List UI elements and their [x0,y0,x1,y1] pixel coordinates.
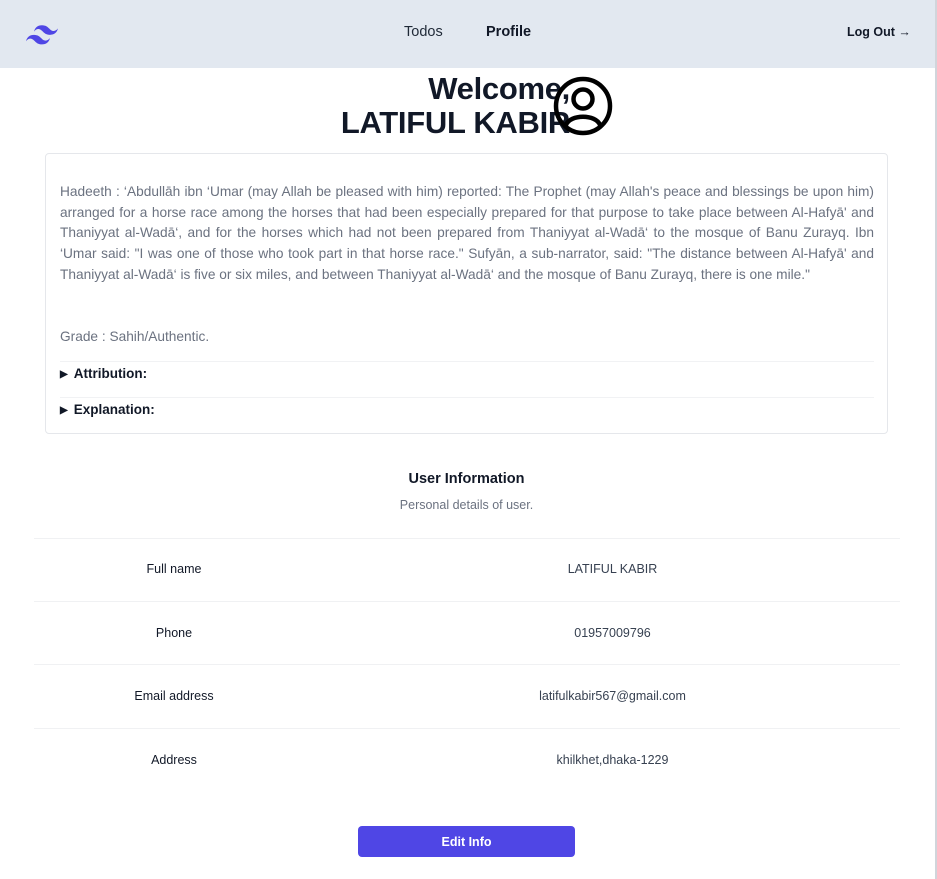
info-row-address: Address khilkhet,dhaka-1229 [34,728,900,792]
nav-link-todos[interactable]: Todos [404,24,443,40]
nav-link-profile[interactable]: Profile [486,24,531,40]
attribution-label: Attribution: [73,366,148,381]
user-info-subtitle: Personal details of user. [399,498,534,512]
hadith-text: Hadeeth : ‘Abdullāh ibn ‘Umar (may Allah… [60,184,874,282]
info-label: Email address [134,689,214,703]
welcome-greeting: Welcome, [428,71,570,106]
hadith-grade: Grade : Sahih/Authentic. [60,329,210,344]
disclosure-triangle-icon: ▶ [60,369,68,380]
disclosure-triangle-icon: ▶ [60,405,68,416]
welcome-username: LATIFUL KABIR [340,105,570,140]
user-info-title: User Information [408,471,525,487]
tailwind-logo-icon[interactable] [26,24,58,46]
logout-link[interactable]: Log Out → [847,25,911,39]
info-label: Full name [146,562,202,576]
edit-info-button[interactable]: Edit Info [358,826,575,857]
info-label: Phone [155,626,193,640]
hadith-card: Hadeeth : ‘Abdullāh ibn ‘Umar (may Allah… [45,153,888,434]
navbar: Todos Profile Log Out → [0,0,935,68]
info-row-email: Email address latifulkabir567@gmail.com [34,664,900,728]
info-value: latifulkabir567@gmail.com [539,689,686,703]
info-label: Address [151,753,197,767]
info-value: LATIFUL KABIR [567,562,658,576]
user-circle-icon [553,76,613,136]
explanation-label: Explanation: [73,402,155,417]
info-row-phone: Phone 01957009796 [34,601,900,665]
info-value: khilkhet,dhaka-1229 [556,753,669,767]
explanation-toggle[interactable]: ▶ Explanation: [60,397,874,417]
welcome-heading: Welcome, LATIFUL KABIR [280,72,570,140]
info-value: 01957009796 [574,626,651,640]
attribution-toggle[interactable]: ▶ Attribution: [60,361,874,381]
info-row-full-name: Full name LATIFUL KABIR [34,538,900,602]
